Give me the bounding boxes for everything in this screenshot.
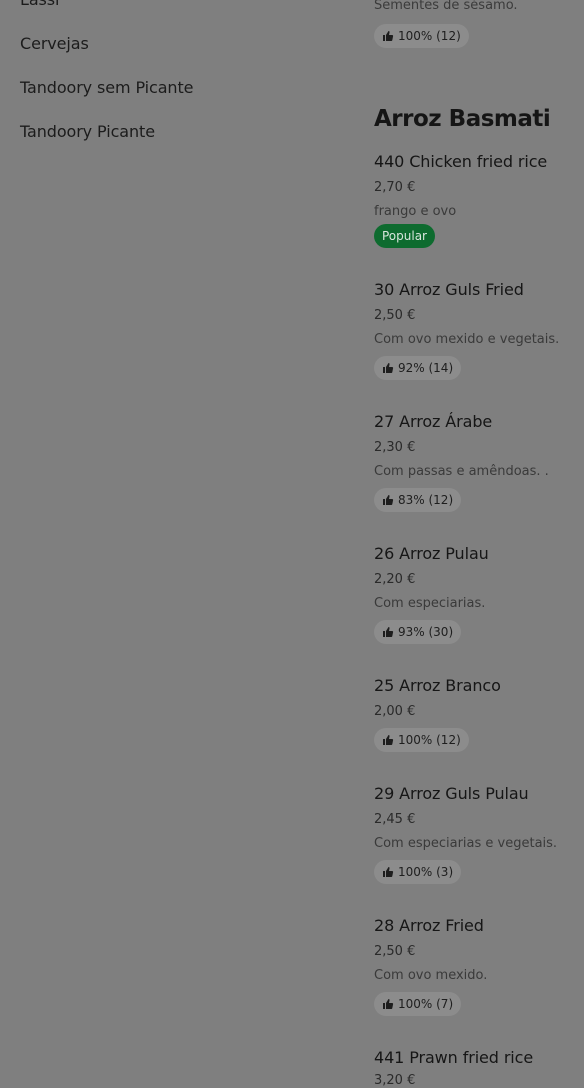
item-description: Com especiarias e vegetais. bbox=[374, 836, 558, 851]
menu-item[interactable]: 28 Arroz Fried 2,50 € Com ovo mexido. 10… bbox=[374, 916, 584, 1016]
item-name: 26 Arroz Pulau bbox=[374, 544, 489, 563]
item-name: 27 Arroz Árabe bbox=[374, 412, 493, 431]
item-price: 3,20 € bbox=[374, 1073, 416, 1088]
popular-badge: Popular bbox=[374, 224, 435, 248]
item-rating: 100% (12) bbox=[374, 728, 469, 752]
rating-text: 93% (30) bbox=[398, 625, 454, 639]
item-rating: 100% (3) bbox=[374, 860, 462, 884]
item-name: 25 Arroz Branco bbox=[374, 676, 501, 695]
item-name: 440 Chicken fried rice bbox=[374, 152, 548, 171]
prev-item-description: Sementes de sésamo. bbox=[374, 0, 518, 13]
item-rating: 83% (12) bbox=[374, 488, 462, 512]
thumbs-up-icon bbox=[382, 494, 394, 506]
item-price: 2,00 € bbox=[374, 704, 416, 719]
menu-item[interactable]: 441 Prawn fried rice 3,20 € bbox=[374, 1048, 584, 1088]
thumbs-up-icon bbox=[382, 998, 394, 1010]
nav-item-cervejas[interactable]: Cervejas bbox=[20, 34, 89, 53]
rating-text: 100% (12) bbox=[398, 733, 461, 747]
item-description: frango e ovo bbox=[374, 204, 457, 219]
rating-text: 100% (7) bbox=[398, 997, 454, 1011]
menu-item[interactable]: 25 Arroz Branco 2,00 € 100% (12) bbox=[374, 676, 584, 756]
item-description: Com ovo mexido e vegetais. bbox=[374, 332, 560, 347]
menu-item[interactable]: 26 Arroz Pulau 2,20 € Com especiarias. 9… bbox=[374, 544, 584, 644]
item-price: 2,50 € bbox=[374, 944, 416, 959]
menu-item[interactable]: 27 Arroz Árabe 2,30 € Com passas e amênd… bbox=[374, 412, 584, 512]
thumbs-up-icon bbox=[382, 362, 394, 374]
thumbs-up-icon bbox=[382, 734, 394, 746]
prev-item-rating: 100% (12) bbox=[374, 24, 469, 48]
nav-item-tandoory-sem-picante[interactable]: Tandoory sem Picante bbox=[20, 78, 194, 97]
item-price: 2,20 € bbox=[374, 572, 416, 587]
item-rating: 92% (14) bbox=[374, 356, 462, 380]
item-name: 29 Arroz Guls Pulau bbox=[374, 784, 529, 803]
item-name: 441 Prawn fried rice bbox=[374, 1048, 534, 1067]
thumbs-up-icon bbox=[382, 30, 394, 42]
item-name: 28 Arroz Fried bbox=[374, 916, 484, 935]
item-price: 2,50 € bbox=[374, 308, 416, 323]
rating-text: 92% (14) bbox=[398, 361, 454, 375]
menu-item[interactable]: 30 Arroz Guls Fried 2,50 € Com ovo mexid… bbox=[374, 280, 584, 380]
item-description: Com especiarias. bbox=[374, 596, 486, 611]
thumbs-up-icon bbox=[382, 626, 394, 638]
section-title: Arroz Basmati bbox=[374, 106, 551, 132]
menu-item[interactable]: 440 Chicken fried rice 2,70 € frango e o… bbox=[374, 152, 584, 252]
rating-text: 100% (12) bbox=[398, 29, 461, 43]
item-rating: 100% (7) bbox=[374, 992, 462, 1016]
item-price: 2,70 € bbox=[374, 180, 416, 195]
item-price: 2,30 € bbox=[374, 440, 416, 455]
rating-text: 100% (3) bbox=[398, 865, 454, 879]
item-description: Com ovo mexido. bbox=[374, 968, 488, 983]
item-price: 2,45 € bbox=[374, 812, 416, 827]
menu-item[interactable]: 29 Arroz Guls Pulau 2,45 € Com especiari… bbox=[374, 784, 584, 884]
nav-item-lassi[interactable]: Lassi bbox=[20, 0, 59, 9]
item-description: Com passas e amêndoas. . bbox=[374, 464, 549, 479]
thumbs-up-icon bbox=[382, 866, 394, 878]
nav-item-tandoory-picante[interactable]: Tandoory Picante bbox=[20, 122, 155, 141]
item-rating: 93% (30) bbox=[374, 620, 462, 644]
rating-text: 83% (12) bbox=[398, 493, 454, 507]
item-name: 30 Arroz Guls Fried bbox=[374, 280, 524, 299]
